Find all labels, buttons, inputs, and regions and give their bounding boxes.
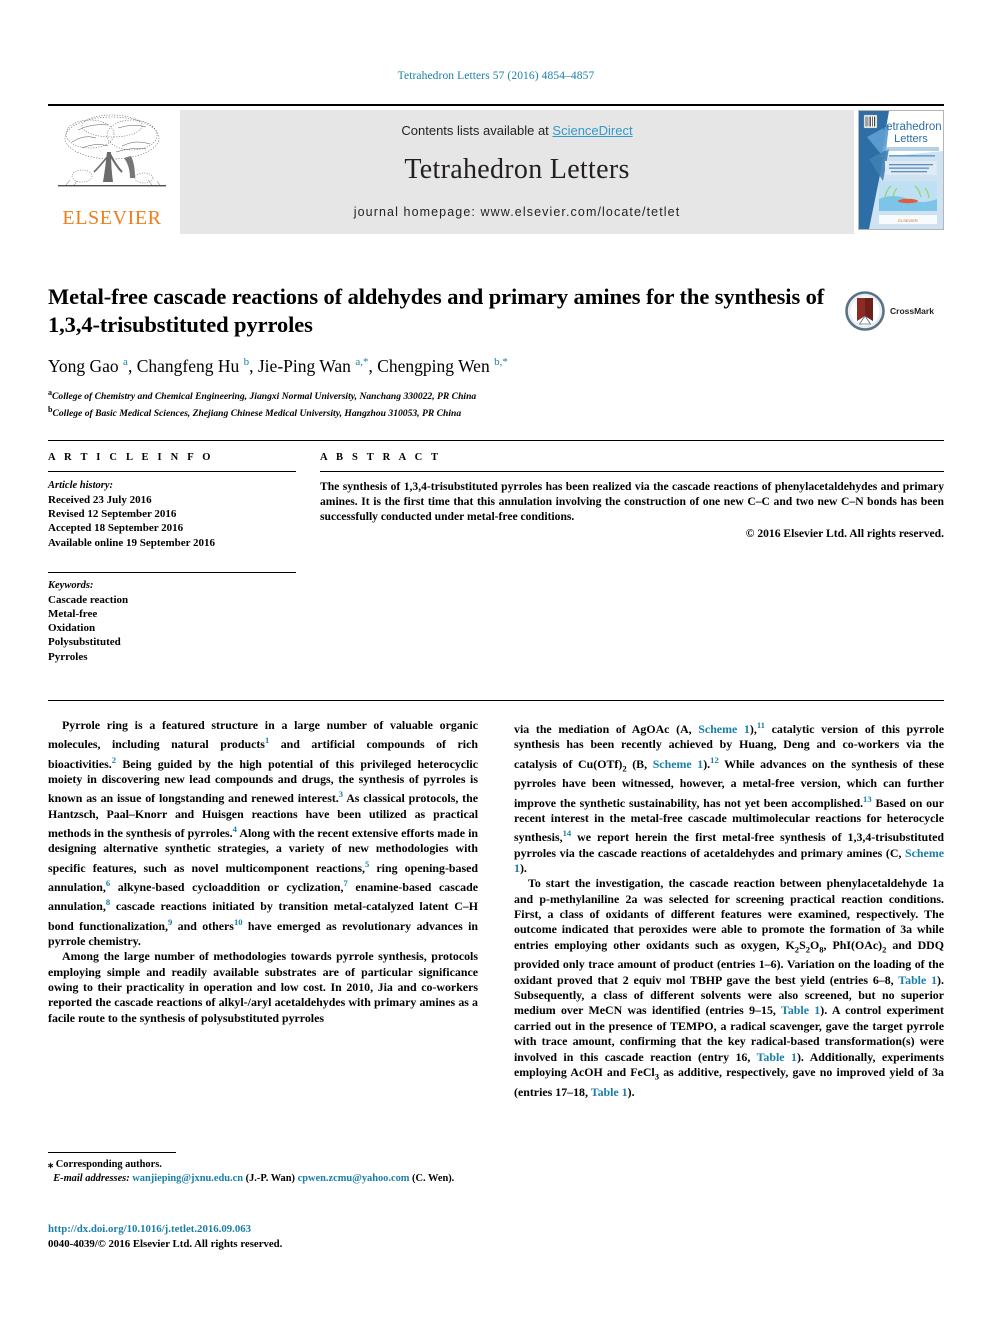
sciencedirect-link[interactable]: ScienceDirect: [552, 123, 632, 138]
abstract-heading: A B S T R A C T: [320, 452, 442, 463]
keywords-label: Keywords:: [48, 579, 94, 591]
keywords-section: Keywords: Cascade reaction Metal-free Ox…: [48, 571, 296, 664]
divider-body: [48, 700, 944, 701]
affiliations: aCollege of Chemistry and Chemical Engin…: [48, 387, 848, 421]
divider-article-info: [48, 471, 296, 472]
article-history-label: Article history:: [48, 480, 114, 491]
contents-prefix: Contents lists available at: [401, 123, 553, 138]
history-item: Available online 19 September 2016: [48, 536, 216, 549]
journal-cover-thumbnail: Tetrahedron Letters ELSEVIER: [858, 110, 944, 230]
elsevier-logo: ELSEVIER: [48, 110, 176, 234]
contents-available-line: Contents lists available at ScienceDirec…: [401, 123, 632, 138]
svg-text:ELSEVIER: ELSEVIER: [898, 218, 918, 223]
journal-title: Tetrahedron Letters: [404, 154, 630, 185]
paragraph: To start the investigation, the cascade …: [514, 876, 945, 1099]
keyword-item: Pyrroles: [48, 650, 88, 663]
article-title: Metal-free cascade reactions of aldehyde…: [48, 284, 825, 337]
svg-text:Letters: Letters: [894, 133, 928, 145]
crossmark-icon: [845, 291, 885, 331]
doi-block: http://dx.doi.org/10.1016/j.tetlet.2016.…: [48, 1222, 478, 1251]
paper-page: Tetrahedron Letters 57 (2016) 4854–4857: [0, 0, 992, 1323]
title-block: Metal-free cascade reactions of aldehyde…: [48, 283, 848, 420]
paragraph: Among the large number of methodologies …: [48, 949, 478, 1025]
crossmark-badge[interactable]: CrossMark: [845, 287, 945, 335]
body-columns: Pyrrole ring is a featured structure in …: [48, 718, 944, 1138]
email-owner-wan: (J.-P. Wan): [245, 1173, 295, 1184]
abstract-text: The synthesis of 1,3,4-trisubstituted py…: [320, 480, 944, 524]
keyword-item: Metal-free: [48, 608, 98, 621]
abstract-section: A B S T R A C T The synthesis of 1,3,4-t…: [320, 452, 944, 540]
tree-drawing-svg: [58, 114, 166, 187]
elsevier-tree-icon: [52, 112, 172, 204]
affiliation-a: aCollege of Chemistry and Chemical Engin…: [48, 387, 477, 403]
history-item: Received 23 July 2016: [48, 494, 152, 506]
cover-artwork-svg: Tetrahedron Letters ELSEVIER: [859, 111, 943, 229]
issn-copyright-line: 0040-4039/© 2016 Elsevier Ltd. All right…: [48, 1237, 283, 1250]
corresponding-authors-note: ⁎ Corresponding authors.: [48, 1159, 162, 1170]
abstract-copyright: © 2016 Elsevier Ltd. All rights reserved…: [745, 526, 944, 540]
body-column-left: Pyrrole ring is a featured structure in …: [48, 718, 478, 1138]
elsevier-wordmark: ELSEVIER: [62, 207, 162, 229]
article-info-heading: A R T I C L E I N F O: [48, 452, 214, 463]
running-head: Tetrahedron Letters 57 (2016) 4854–4857: [397, 70, 595, 82]
divider-title: [48, 440, 944, 441]
journal-band: Contents lists available at ScienceDirec…: [180, 110, 854, 234]
crossmark-label: CrossMark: [890, 306, 934, 316]
keyword-item: Cascade reaction: [48, 593, 129, 606]
email-label: E-mail addresses:: [53, 1173, 130, 1184]
paragraph: Pyrrole ring is a featured structure in …: [48, 718, 478, 948]
svg-text:Tetrahedron: Tetrahedron: [880, 121, 941, 133]
history-item: Revised 12 September 2016: [48, 508, 177, 521]
email-owner-wen: (C. Wen).: [412, 1173, 455, 1184]
article-history-list: Received 23 July 2016 Revised 12 Septemb…: [48, 493, 296, 550]
history-item: Accepted 18 September 2016: [48, 522, 184, 535]
footnote-block: ⁎ Corresponding authors. E-mail addresse…: [48, 1152, 478, 1186]
paragraph: via the mediation of AgOAc (A, Scheme 1)…: [514, 720, 945, 875]
email-addresses-note: E-mail addresses: wanjieping@jxnu.edu.cn…: [48, 1172, 478, 1186]
email-link-wan[interactable]: wanjieping@jxnu.edu.cn: [132, 1173, 243, 1184]
journal-homepage-line[interactable]: journal homepage: www.elsevier.com/locat…: [354, 205, 681, 219]
divider-abstract: [320, 471, 944, 472]
author-list: Yong Gao a, Changfeng Hu b, Jie-Ping Wan…: [48, 355, 508, 376]
keyword-item: Polysubstituted: [48, 636, 121, 649]
doi-link[interactable]: http://dx.doi.org/10.1016/j.tetlet.2016.…: [48, 1222, 478, 1237]
affiliation-b: bCollege of Basic Medical Sciences, Zhej…: [48, 404, 462, 419]
journal-masthead: ELSEVIER Contents lists available at Sci…: [48, 104, 944, 234]
article-info-section: A R T I C L E I N F O Article history: R…: [48, 452, 296, 664]
email-link-wen[interactable]: cpwen.zcmu@yahoo.com: [298, 1173, 410, 1184]
keyword-item: Oxidation: [48, 622, 96, 635]
body-column-right: via the mediation of AgOAc (A, Scheme 1)…: [514, 718, 944, 1138]
footnote-rule: [48, 1152, 176, 1153]
divider-keywords: [48, 571, 296, 573]
